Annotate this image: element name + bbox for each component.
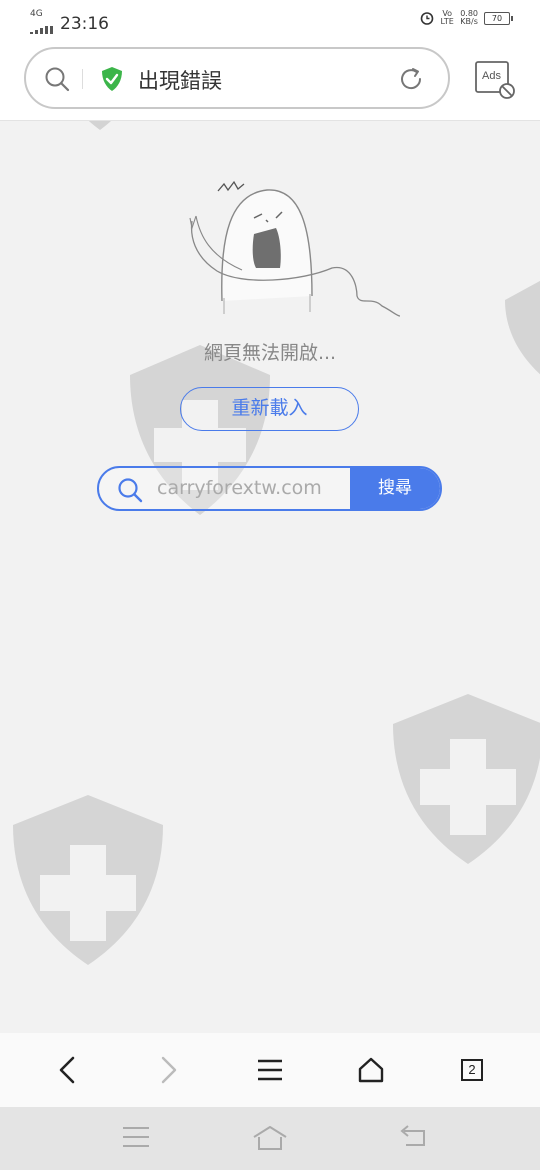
system-back-icon[interactable] [398,1125,426,1149]
signal-bars-icon [30,26,53,34]
recent-apps-icon[interactable] [122,1125,150,1149]
status-right: Vo LTE 0.80 KB/s 70 [420,9,513,26]
battery-indicator: 70 [484,11,513,25]
system-home-icon[interactable] [252,1125,288,1151]
page-title[interactable]: 出現錯誤 [138,65,222,95]
browser-header: 出現錯誤 Ads [0,44,540,121]
ads-label: Ads [482,70,501,82]
error-message: 網頁無法開啟... [203,342,337,364]
search-icon [118,478,143,503]
search-button[interactable]: 搜尋 [350,468,440,509]
secure-shield-icon[interactable] [100,66,124,92]
network-speed: 0.80 KB/s [460,10,478,26]
search-form: carryforextw.com 搜尋 [97,466,442,511]
tabs-button[interactable]: 2 [455,1053,489,1087]
alarm-icon [420,12,434,25]
reload-icon[interactable] [398,66,424,92]
address-bar-divider [82,69,83,89]
home-button[interactable] [354,1053,388,1087]
address-bar[interactable]: 出現錯誤 [24,47,450,109]
status-bar: 4G 23:16 Vo LTE 0.80 KB/s 70 [0,0,540,44]
volte-indicator: Vo LTE [440,9,454,26]
clock: 23:16 [60,14,109,34]
watermark-shield-icon [505,280,540,375]
back-icon [59,1056,75,1084]
status-left: 4G 23:16 [30,10,109,38]
search-icon[interactable] [44,66,70,92]
reload-button[interactable]: 重新載入 [180,387,359,431]
forward-icon [161,1056,177,1084]
tabs-icon: 2 [461,1059,483,1081]
error-mascot-illustration [189,180,401,317]
speed-unit: KB/s [460,17,478,26]
ads-block-button[interactable]: Ads [474,60,518,104]
search-input[interactable]: carryforextw.com [157,477,322,499]
forward-button[interactable] [152,1053,186,1087]
menu-icon [258,1059,282,1081]
menu-button[interactable] [253,1053,287,1087]
system-nav-bar [0,1107,540,1170]
signal-indicator: 4G [30,10,54,38]
browser-toolbar: 2 [0,1033,540,1107]
watermark-shield-icon [393,694,540,864]
home-icon [358,1057,384,1083]
watermark-shield-icon [13,795,163,965]
back-button[interactable] [50,1053,84,1087]
network-type: 4G [30,9,43,19]
